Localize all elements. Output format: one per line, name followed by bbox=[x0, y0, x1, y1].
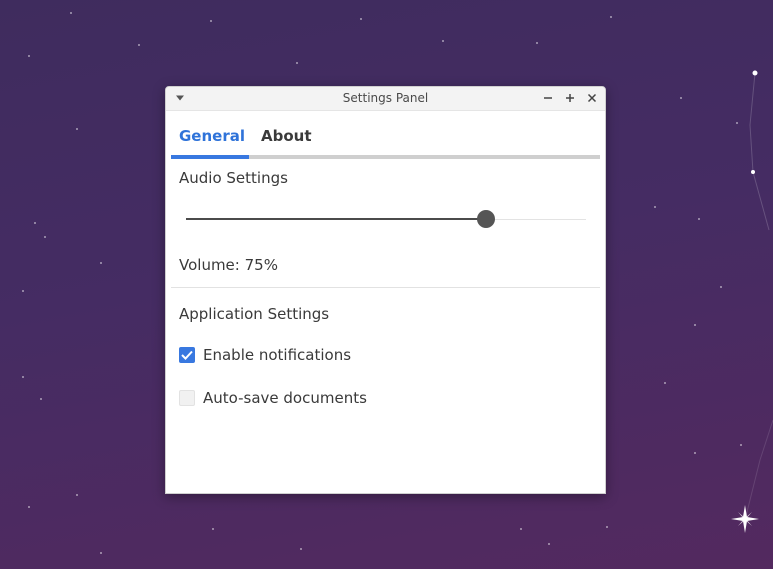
checkmark-icon bbox=[181, 350, 193, 360]
notifications-checkbox[interactable] bbox=[179, 347, 195, 363]
active-tab-indicator bbox=[171, 155, 249, 159]
autosave-checkbox[interactable] bbox=[179, 390, 195, 406]
desktop-background: Settings Panel General About Audio Setti… bbox=[0, 0, 773, 569]
audio-settings-heading: Audio Settings bbox=[179, 169, 288, 187]
tab-general[interactable]: General bbox=[179, 127, 245, 145]
volume-slider[interactable] bbox=[186, 209, 586, 229]
slider-thumb[interactable] bbox=[477, 210, 495, 228]
autosave-label: Auto-save documents bbox=[203, 389, 367, 407]
slider-fill bbox=[186, 218, 486, 220]
application-settings-heading: Application Settings bbox=[179, 305, 330, 323]
tab-track bbox=[171, 155, 600, 159]
settings-window: Settings Panel General About Audio Setti… bbox=[165, 86, 606, 494]
section-divider bbox=[171, 287, 600, 288]
tab-about[interactable]: About bbox=[261, 127, 312, 145]
notifications-label: Enable notifications bbox=[203, 346, 352, 364]
tab-bar: General About bbox=[166, 111, 605, 159]
autosave-option[interactable]: Auto-save documents bbox=[179, 388, 367, 408]
volume-label: Volume: 75% bbox=[179, 256, 278, 274]
close-icon[interactable] bbox=[584, 90, 600, 106]
sparkle-star-icon bbox=[731, 505, 759, 533]
minimize-icon[interactable] bbox=[540, 90, 556, 106]
maximize-icon[interactable] bbox=[562, 90, 578, 106]
notifications-option[interactable]: Enable notifications bbox=[179, 345, 351, 365]
title-bar[interactable]: Settings Panel bbox=[166, 87, 605, 111]
